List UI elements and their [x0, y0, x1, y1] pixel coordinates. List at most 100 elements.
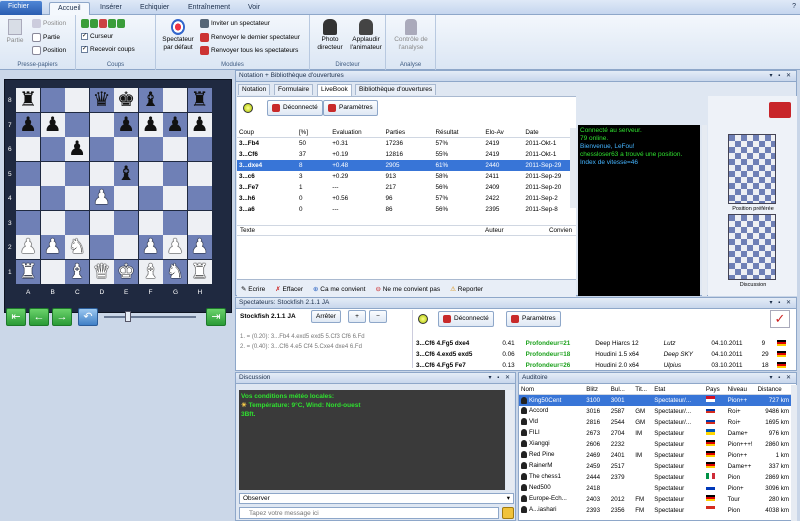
auditoire-col-header[interactable]: Bul... — [608, 385, 634, 395]
renvoyer-dernier-button[interactable]: Renvoyer le dernier spectateur — [200, 33, 300, 42]
square-b5[interactable] — [40, 161, 65, 186]
livebook-row[interactable]: 3...a6 0 --- 86 56% 2395 2011-Sep-8 — [237, 204, 570, 215]
square-c3[interactable] — [65, 210, 90, 235]
livebook-col-header[interactable]: Elo-Av — [483, 128, 524, 138]
square-g4[interactable] — [163, 186, 188, 211]
square-a5[interactable] — [16, 161, 41, 186]
square-f8[interactable]: ♝ — [138, 88, 163, 113]
white-pawn-icon[interactable]: ♟ — [142, 237, 160, 257]
auditoire-row[interactable]: Xiangqi 2606 2232 Spectateur Pion+++! 2860 km — [519, 439, 791, 450]
inviter-spectateur-button[interactable]: Inviter un spectateur — [200, 19, 270, 28]
auditoire-row[interactable]: King50Cent 3100 3001 Spectateur/... Pion++ 72… — [519, 394, 791, 406]
next-move-icon[interactable]: → — [52, 308, 72, 326]
black-pawn-icon[interactable]: ♟ — [19, 115, 37, 135]
square-e1[interactable]: ♚ — [114, 259, 139, 284]
square-b1[interactable] — [40, 259, 65, 284]
livebook-row[interactable]: 3...Cf6 37 +0.19 12816 55% 2419 2011-Okt-1 — [237, 149, 570, 160]
message-input[interactable] — [239, 507, 499, 519]
white-rook-icon[interactable]: ♜ — [191, 262, 209, 282]
auditoire-row[interactable]: Ned500 2418 Spectateur Pion+ 3096 km — [519, 483, 791, 494]
auditoire-row[interactable]: Accord 3016 2587 GM Spectateur/... Roi+ 9486 k… — [519, 406, 791, 417]
square-g1[interactable]: ♞ — [163, 259, 188, 284]
livebook-col-header[interactable]: Parties — [383, 128, 434, 138]
auditoire-row[interactable]: Vld 2816 2544 GM Spectateur/... Roi+ 1695 km — [519, 417, 791, 428]
black-bishop-icon[interactable]: ♝ — [117, 164, 135, 184]
panel-controls-icon[interactable]: ▾ ▪ ✕ — [770, 71, 794, 81]
copy-partie-button[interactable]: Partie — [32, 33, 60, 42]
square-g7[interactable]: ♟ — [163, 112, 188, 137]
auditoire-col-header[interactable]: Nom — [519, 385, 585, 395]
square-h5[interactable] — [187, 161, 212, 186]
auditoire-col-header[interactable]: Blitz — [584, 385, 609, 395]
discussion-mode-select[interactable]: Observer ▾ — [239, 493, 514, 504]
square-f1[interactable]: ♝ — [138, 259, 163, 284]
livebook-params-button[interactable]: Paramètres — [323, 100, 378, 116]
applaudir-button[interactable]: Applaudir l'animateur — [348, 19, 384, 52]
tab-echiquier[interactable]: Echiquier — [132, 2, 177, 15]
square-c2[interactable]: ♞ — [65, 235, 90, 260]
square-b6[interactable] — [40, 137, 65, 162]
tab-bibliotheque[interactable]: Bibliothèque d'ouvertures — [355, 84, 437, 95]
white-pawn-icon[interactable]: ♟ — [166, 237, 184, 257]
black-pawn-icon[interactable]: ♟ — [142, 115, 160, 135]
square-d8[interactable]: ♛ — [89, 88, 114, 113]
auditoire-col-header[interactable]: Tit... — [633, 385, 653, 395]
ca-me-convient-button[interactable]: ⊕ Ca me convient — [313, 285, 365, 293]
black-pawn-icon[interactable]: ♟ — [191, 115, 209, 135]
auditoire-row[interactable]: FILI 2673 2704 IM Spectateur Dame+ 976 km — [519, 428, 791, 439]
square-h7[interactable]: ♟ — [187, 112, 212, 137]
square-d2[interactable] — [89, 235, 114, 260]
white-bishop-icon[interactable]: ♝ — [142, 262, 160, 282]
auditoire-row[interactable]: A...iashari 2393 2356 FM Spectateur Pion 4038 … — [519, 505, 791, 516]
black-pawn-icon[interactable]: ♟ — [166, 115, 184, 135]
square-c5[interactable] — [65, 161, 90, 186]
square-b7[interactable]: ♟ — [40, 112, 65, 137]
square-h3[interactable] — [187, 210, 212, 235]
square-h1[interactable]: ♜ — [187, 259, 212, 284]
square-a1[interactable]: ♜ — [16, 259, 41, 284]
white-rook-icon[interactable]: ♜ — [19, 262, 37, 282]
livebook-row[interactable]: 3...h6 0 +0.56 96 57% 2422 2011-Sep-2 — [237, 193, 570, 204]
square-c6[interactable]: ♟ — [65, 137, 90, 162]
tab-accueil[interactable]: Accueil — [49, 2, 90, 15]
tab-livebook[interactable]: LiveBook — [317, 84, 352, 96]
square-c4[interactable] — [65, 186, 90, 211]
livebook-row[interactable]: 3...Fe7 1 --- 217 56% 2409 2011-Sep-20 — [237, 182, 570, 193]
photo-directeur-button[interactable]: Photo directeur — [314, 19, 346, 52]
square-b8[interactable] — [40, 88, 65, 113]
chessboard[interactable]: ♜ ♛ ♚ ♝ ♜ ♟ ♟ ♟ ♟ ♟ ♟ ♟ ♝ ♟ ♟ ♟ ♞ ♟ ♟ ♟ ♜ ♝ ♛ ♚ ♝ ♞ ♜ — [16, 88, 212, 284]
ne-me-convient-pas-button[interactable]: ⊖ Ne me convient pas — [375, 285, 440, 293]
livebook-row[interactable]: 3...c6 3 +0.29 913 58% 2411 2011-Sep-29 — [237, 171, 570, 182]
remove-line-icon[interactable]: − — [369, 310, 387, 323]
engine-result-row[interactable]: 3...Cf6 4.Fg5 Fe7 0.13 Profondeur=26 Houdin… — [414, 360, 794, 371]
white-pawn-icon[interactable]: ♟ — [44, 237, 62, 257]
auditoire-row[interactable]: Red Pine 2469 2401 IM Spectateur Pion++ 1 km — [519, 450, 791, 461]
arrow-left-icon[interactable] — [81, 19, 89, 28]
square-f5[interactable] — [138, 161, 163, 186]
square-d7[interactable] — [89, 112, 114, 137]
tab-formulaire[interactable]: Formulaire — [274, 84, 314, 95]
square-a4[interactable] — [16, 186, 41, 211]
square-h6[interactable] — [187, 137, 212, 162]
black-bishop-icon[interactable]: ♝ — [142, 90, 160, 110]
auditoire-row[interactable]: The chess1 2444 2379 Spectateur Pion 2869 km — [519, 472, 791, 483]
white-knight-icon[interactable]: ♞ — [166, 262, 184, 282]
black-pawn-icon[interactable]: ♟ — [44, 115, 62, 135]
square-d6[interactable] — [89, 137, 114, 162]
square-d1[interactable]: ♛ — [89, 259, 114, 284]
square-a2[interactable]: ♟ — [16, 235, 41, 260]
tab-fichier[interactable]: Fichier — [0, 1, 42, 15]
square-b4[interactable] — [40, 186, 65, 211]
auditoire-row[interactable]: RainerM 2459 2517 Spectateur Dame++ 337 km — [519, 461, 791, 472]
livebook-scrollbar[interactable] — [570, 128, 576, 208]
undo-icon[interactable] — [99, 19, 107, 28]
send-icon[interactable] — [502, 507, 514, 519]
square-e2[interactable] — [114, 235, 139, 260]
engine-result-row[interactable]: 3...Cf6 4.Fg5 dxe4 0.41 Profondeur=21 Deep … — [414, 338, 794, 349]
square-g6[interactable] — [163, 137, 188, 162]
takeback-icon[interactable]: ↶ — [78, 308, 98, 326]
checkmark-icon[interactable]: ✓ — [770, 310, 790, 328]
livebook-col-header[interactable]: Evaluation — [330, 128, 384, 138]
arrow-right-icon[interactable] — [117, 19, 125, 28]
livebook-col-header[interactable]: [%] — [296, 128, 331, 138]
